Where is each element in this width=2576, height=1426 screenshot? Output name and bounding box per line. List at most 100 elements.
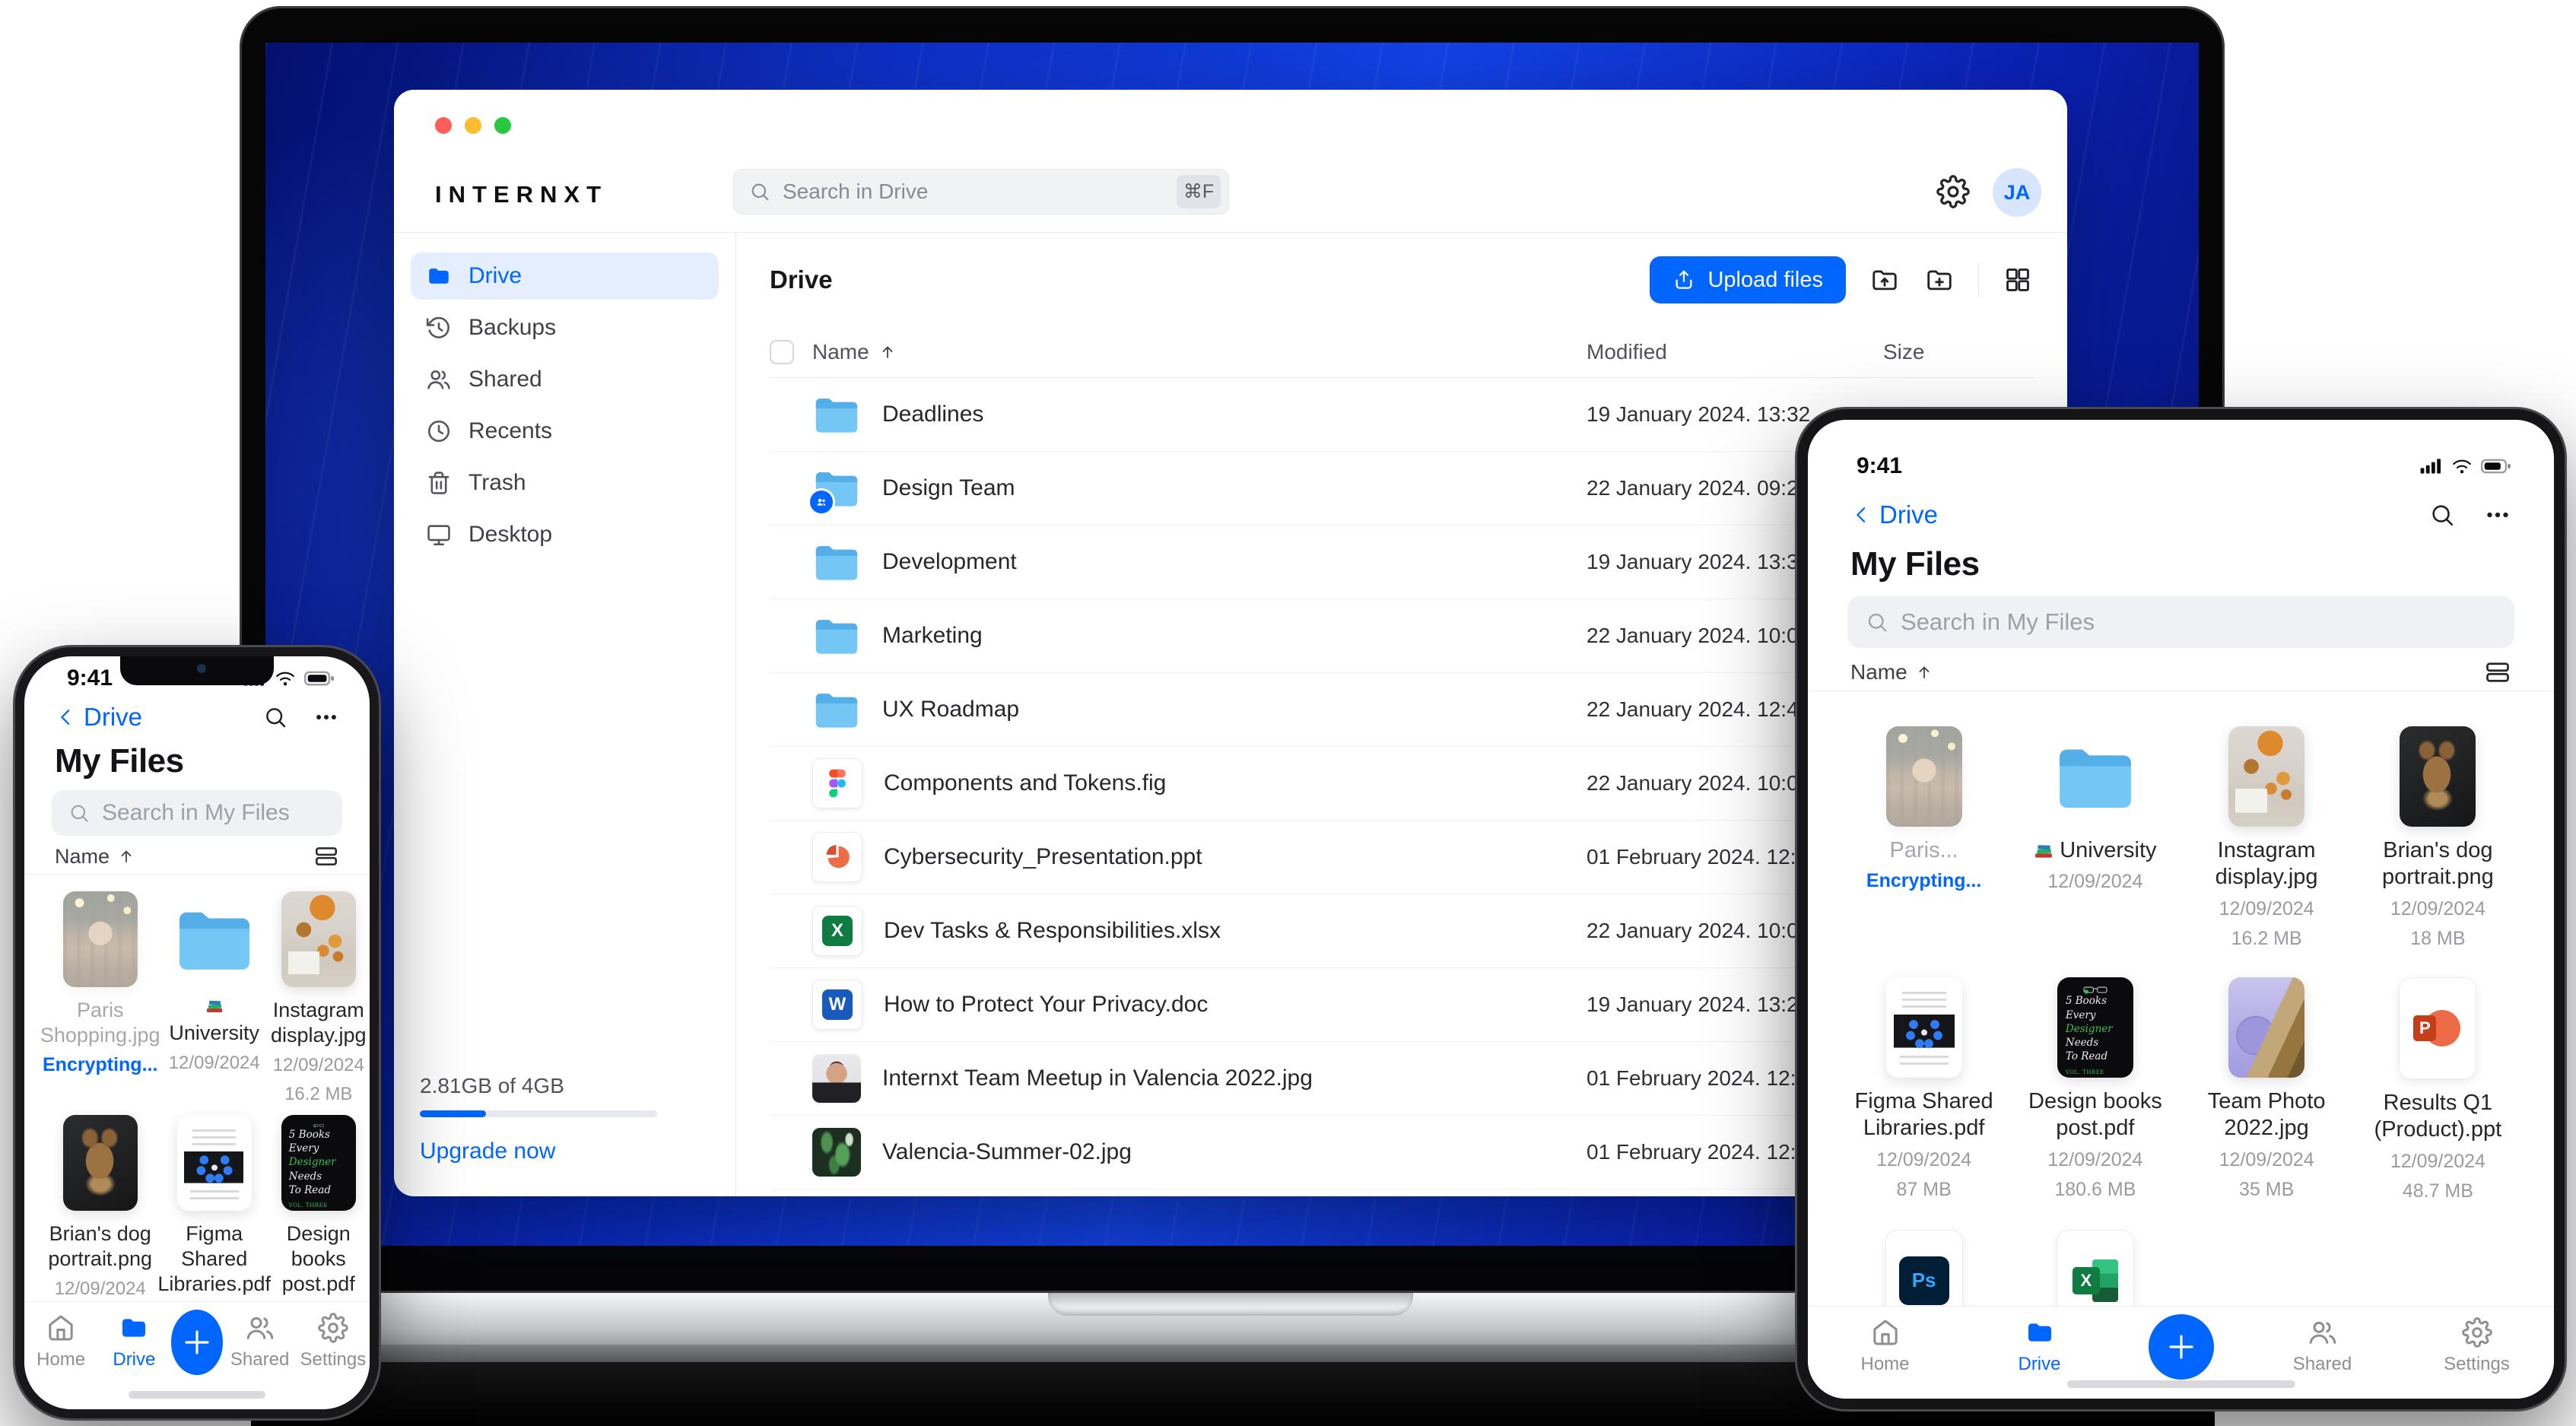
sidebar: Drive Backups Shared Recents Trash Deskt… [394, 233, 736, 1196]
file-date: 12/09/2024 [2219, 1148, 2314, 1170]
file-grid-item[interactable]: Team Photo 2022.jpg 12/09/2024 35 MB [2187, 977, 2346, 1204]
powerpoint-file-thumbnail: P [2399, 977, 2477, 1079]
upload-files-button[interactable]: Upload files [1650, 256, 1846, 303]
nav-drive[interactable]: Drive [97, 1313, 170, 1370]
file-name: Marketing [882, 623, 983, 648]
search-icon[interactable] [263, 705, 287, 729]
storage-progress-bar [420, 1110, 657, 1117]
mosaic-grid-icon [2006, 268, 2029, 291]
home-indicator[interactable] [2066, 1380, 2295, 1388]
gear-icon [318, 1313, 348, 1343]
more-options-icon[interactable] [2484, 501, 2511, 529]
file-grid-item[interactable]: Paris Shopping.jpg Encrypting... [40, 891, 160, 1106]
minimize-window-button[interactable] [465, 117, 481, 134]
backup-clock-icon [426, 316, 449, 338]
file-grid-item[interactable]: Brian's dog portrait.png 12/09/2024 18 M… [2358, 726, 2517, 951]
figma-pdf-thumbnail [176, 1115, 252, 1212]
search-input[interactable]: Search in My Files [52, 790, 342, 836]
people-icon [2309, 1321, 2336, 1344]
storage-progress-fill [420, 1110, 487, 1117]
file-grid-item[interactable]: Figma Shared Libraries.pdf 12/09/2024 87… [1844, 977, 2004, 1204]
nav-settings[interactable]: Settings [297, 1313, 370, 1370]
list-view-toggle[interactable] [2484, 659, 2511, 686]
add-button[interactable] [2148, 1314, 2214, 1380]
file-grid-item[interactable]: 5 Books Every Designer Needs To Read VOL. … [2015, 977, 2175, 1204]
avatar[interactable]: JA [1993, 168, 2041, 217]
nav-drive[interactable]: Drive [1994, 1317, 2085, 1375]
nav-home[interactable]: Home [24, 1313, 97, 1370]
search-icon[interactable] [2429, 502, 2455, 528]
column-modified[interactable]: Modified [1587, 340, 1883, 364]
encrypting-status: Encrypting... [43, 1053, 158, 1075]
sidebar-item-label: Recents [469, 418, 553, 443]
sort-ascending-icon [882, 346, 893, 358]
list-view-toggle[interactable] [313, 843, 339, 869]
zoom-window-button[interactable] [494, 117, 511, 134]
wifi-icon [276, 672, 294, 686]
grid-view-toggle[interactable] [2002, 264, 2034, 296]
search-placeholder: Search in My Files [1901, 608, 2095, 635]
file-size: 16.2 MB [284, 1084, 353, 1105]
battery-icon [304, 671, 334, 686]
folder-upload-icon [1872, 270, 1897, 291]
sidebar-item-backups[interactable]: Backups [411, 304, 719, 351]
file-grid-item[interactable]: P Results Q1 (Product).ppt 12/09/2024 48… [2358, 977, 2517, 1204]
nav-home[interactable]: Home [1840, 1317, 1931, 1375]
storage-usage-text: 2.81GB of 4GB [420, 1074, 564, 1097]
sidebar-item-recents[interactable]: Recents [411, 408, 719, 455]
nav-settings[interactable]: Settings [2431, 1317, 2523, 1375]
folder-icon [812, 390, 861, 439]
file-size: 16.2 MB [2231, 928, 2302, 950]
sidebar-item-drive[interactable]: Drive [411, 252, 719, 300]
sidebar-item-shared[interactable]: Shared [411, 356, 719, 403]
back-to-drive-button[interactable]: Drive [1879, 500, 1938, 529]
upgrade-link[interactable]: Upgrade now [420, 1139, 710, 1164]
file-grid-item[interactable]: Instagram display.jpg 12/09/2024 16.2 MB [2187, 726, 2346, 951]
file-name: Design Team [882, 475, 1015, 500]
file-name: Instagram display.jpg [270, 999, 367, 1046]
nav-shared[interactable]: Shared [223, 1313, 296, 1370]
phone-device: 9:41 Drive My Files Search in My Files N… [15, 647, 379, 1418]
settings-gear-button[interactable] [1936, 175, 1970, 208]
file-grid-item[interactable]: Instagram display.jpg 12/09/2024 16.2 MB [271, 891, 367, 1106]
file-date: 12/09/2024 [2047, 871, 2143, 893]
nav-shared[interactable]: Shared [2277, 1317, 2368, 1375]
folder-icon [812, 685, 861, 734]
excel-file-icon: X [812, 906, 862, 956]
file-grid-item[interactable]: University 12/09/2024 [157, 891, 271, 1106]
select-all-checkbox[interactable] [770, 340, 794, 364]
plus-icon [2168, 1335, 2193, 1359]
search-input[interactable]: Search in My Files [1847, 596, 2514, 648]
file-grid-item[interactable]: Paris... Encrypting... [1866, 726, 1981, 951]
file-date: 12/09/2024 [54, 1278, 146, 1300]
more-options-icon[interactable] [313, 704, 339, 730]
add-button[interactable] [170, 1310, 224, 1375]
figma-file-icon [812, 758, 862, 808]
search-placeholder: Search in Drive [783, 179, 929, 203]
home-indicator[interactable] [129, 1391, 265, 1399]
close-window-button[interactable] [435, 117, 452, 134]
file-grid-item[interactable]: University 12/09/2024 [2034, 726, 2157, 951]
sidebar-item-label: Shared [469, 367, 542, 392]
column-name[interactable]: Name [812, 340, 1587, 364]
column-size[interactable]: Size [1883, 340, 2034, 364]
file-name: Design books post.pdf [2028, 1088, 2162, 1141]
search-shortcut-badge: ⌘F [1177, 175, 1221, 208]
file-name: University [2060, 838, 2157, 862]
sidebar-item-desktop[interactable]: Desktop [411, 511, 719, 558]
search-icon [1868, 613, 1887, 632]
new-folder-button[interactable] [1923, 264, 1955, 296]
sort-by-name[interactable]: Name [55, 845, 110, 869]
books-icon [2035, 844, 2053, 858]
file-date: 12/09/2024 [2047, 1148, 2143, 1170]
sort-by-name[interactable]: Name [1850, 660, 1907, 684]
search-input[interactable]: Search in Drive ⌘F [733, 169, 1229, 214]
back-to-drive-button[interactable]: Drive [84, 703, 142, 732]
search-icon [751, 183, 769, 201]
back-chevron-icon [1857, 507, 1866, 522]
file-name: UX Roadmap [882, 697, 1020, 722]
upload-folder-button[interactable] [1869, 264, 1901, 296]
sidebar-item-label: Trash [469, 470, 526, 495]
sidebar-item-trash[interactable]: Trash [411, 459, 719, 507]
photo-thumbnail [812, 1128, 861, 1177]
